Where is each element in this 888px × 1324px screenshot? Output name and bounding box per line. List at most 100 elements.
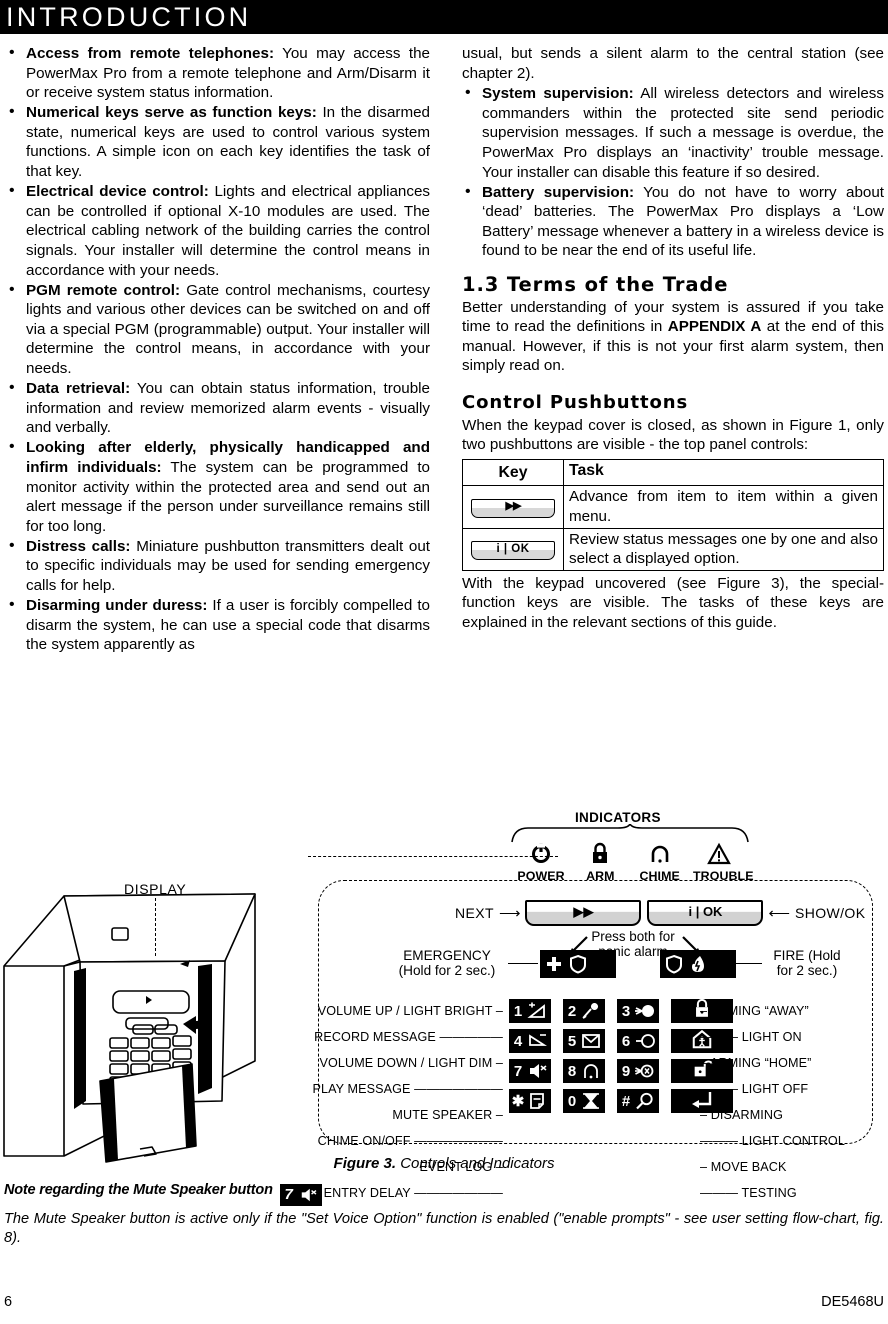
key-7[interactable]: 7 bbox=[509, 1059, 551, 1083]
key-number: 1 bbox=[513, 1002, 523, 1020]
document-id: DE5468U bbox=[821, 1294, 884, 1310]
emergency-panic-key[interactable] bbox=[540, 950, 616, 978]
note-title-row: Note regarding the Mute Speaker button 7 bbox=[4, 1182, 884, 1206]
label-text: LIGHT ON bbox=[741, 1030, 802, 1044]
emergency-leader-line bbox=[508, 963, 538, 964]
key-0[interactable]: 0 bbox=[563, 1089, 605, 1113]
double-right-arrow-icon: ▶▶ bbox=[573, 904, 594, 919]
key-5[interactable]: 5 bbox=[563, 1029, 605, 1053]
keypad-right-label-primary: – DISARMING bbox=[700, 1108, 783, 1122]
hourglass-icon bbox=[579, 1090, 603, 1112]
figure-caption-text: Controls and Indicators bbox=[396, 1155, 555, 1172]
key-6[interactable]: 6 bbox=[617, 1029, 659, 1053]
key-4[interactable]: 4 bbox=[509, 1029, 551, 1053]
page-number: 6 bbox=[4, 1294, 13, 1310]
display-leader-line bbox=[155, 898, 156, 956]
log-page-icon bbox=[525, 1090, 549, 1112]
key-1[interactable]: 1 bbox=[509, 999, 551, 1023]
double-right-arrow-icon: ▶▶ bbox=[505, 499, 522, 512]
top-pushbuttons-row: NEXT ⟶ ▶▶ i | OK ⟵ SHOW/OK bbox=[455, 900, 875, 926]
show-ok-label: SHOW/OK bbox=[794, 905, 866, 921]
task-cell: Review status messages one by one and al… bbox=[563, 527, 884, 571]
display-callout-label: DISPLAY bbox=[124, 881, 187, 897]
continued-paragraph: usual, but sends a silent alarm to the c… bbox=[462, 45, 884, 82]
key-number: 7 bbox=[513, 1062, 523, 1080]
bell-icon bbox=[634, 842, 686, 868]
next-button-graphic[interactable]: ▶▶ bbox=[471, 498, 555, 518]
volume-up-icon bbox=[525, 1000, 549, 1022]
page-header-banner: INTRODUCTION bbox=[0, 0, 888, 34]
key-2[interactable]: 2 bbox=[563, 999, 605, 1023]
key-cell-show-ok: i | OK bbox=[462, 527, 564, 571]
label-text: ARMING “AWAY” bbox=[710, 1004, 809, 1018]
indicator-power: POWER bbox=[515, 842, 567, 883]
table-row: i | OK Review status messages one by one… bbox=[462, 527, 884, 571]
emergency-label-line2: (Hold for 2 sec.) bbox=[398, 963, 496, 978]
right-text-column: usual, but sends a silent alarm to the c… bbox=[462, 44, 884, 635]
indicator-arm: ARM bbox=[574, 842, 626, 883]
plus-cross-icon bbox=[542, 953, 566, 975]
note-title-text: Note regarding the Mute Speaker button bbox=[4, 1182, 273, 1198]
keypad-left-label-secondary: PLAY MESSAGE ——————— bbox=[312, 1082, 503, 1096]
appendix-reference: APPENDIX A bbox=[667, 318, 762, 336]
bullet-lead: Distress calls: bbox=[26, 537, 131, 555]
emergency-key-label: EMERGENCY (Hold for 2 sec.) bbox=[388, 948, 506, 978]
show-ok-button[interactable]: i | OK bbox=[647, 900, 764, 926]
key-number: 3 bbox=[621, 1002, 631, 1020]
bullet-lead: PGM remote control: bbox=[26, 281, 181, 299]
label-text: DISARMING bbox=[710, 1108, 783, 1122]
key-hash[interactable]: # bbox=[617, 1089, 659, 1113]
bullet-lead: Access from remote telephones: bbox=[26, 45, 274, 62]
key-3[interactable]: 3 bbox=[617, 999, 659, 1023]
arrow-right-icon: ⟶ bbox=[498, 905, 521, 922]
next-label: NEXT bbox=[455, 905, 494, 921]
key-9[interactable]: 9 bbox=[617, 1059, 659, 1083]
arrow-left-icon: ⟵ bbox=[768, 905, 790, 922]
list-item: PGM remote control: Gate control mechani… bbox=[6, 280, 430, 379]
keypad-right-labels: – ARMING “AWAY” ——— LIGHT ON – ARMING “H… bbox=[700, 996, 880, 1204]
figure-caption: Figure 3. Controls and Indicators bbox=[0, 1155, 888, 1172]
list-item: Distress calls: Miniature pushbutton tra… bbox=[6, 536, 430, 596]
table-row: ▶▶ Advance from item to item within a gi… bbox=[462, 485, 884, 529]
section-paragraph: Better understanding of your system is a… bbox=[462, 298, 884, 376]
indicator-row: POWER ARM CHIME TROUBLE bbox=[515, 842, 753, 883]
label-text: MUTE SPEAKER bbox=[392, 1108, 493, 1122]
after-table-paragraph: With the keypad uncovered (see Figure 3)… bbox=[462, 574, 884, 631]
label-text: CHIME ON/OFF bbox=[317, 1134, 411, 1148]
info-ok-icon: i | OK bbox=[688, 904, 723, 919]
lamp-on-icon bbox=[633, 1000, 657, 1022]
label-text: ARMING “HOME” bbox=[710, 1056, 812, 1070]
subsection-paragraph: When the keypad cover is closed, as show… bbox=[462, 416, 884, 454]
key-8[interactable]: 8 bbox=[563, 1059, 605, 1083]
next-button[interactable]: ▶▶ bbox=[525, 900, 642, 926]
list-item: Access from remote telephones: You may a… bbox=[6, 43, 430, 103]
list-item: Battery supervision: You do not have to … bbox=[462, 182, 884, 261]
fire-panic-key[interactable] bbox=[660, 950, 736, 978]
page-title: INTRODUCTION bbox=[6, 2, 252, 32]
key-task-table: Key Task ▶▶ Advance from item to item wi… bbox=[462, 458, 884, 571]
label-text: VOLUME UP / LIGHT BRIGHT bbox=[317, 1004, 493, 1018]
keypad-left-label-primary: MUTE SPEAKER – bbox=[392, 1108, 503, 1122]
key-number: 0 bbox=[567, 1092, 577, 1110]
speaker-mute-icon bbox=[296, 1184, 320, 1206]
lamp-control-icon bbox=[633, 1060, 657, 1082]
envelope-icon bbox=[579, 1030, 603, 1052]
bullet-lead: Data retrieval: bbox=[26, 380, 131, 398]
key-number: 9 bbox=[621, 1062, 631, 1080]
padlock-closed-icon bbox=[574, 842, 626, 868]
section-heading-terms-of-the-trade: 1.3 Terms of the Trade bbox=[462, 273, 729, 297]
keypad-left-label-secondary: RECORD MESSAGE ————— bbox=[314, 1030, 503, 1044]
column-header-key: Key bbox=[462, 458, 564, 487]
keypad-right-label-primary: – ARMING “HOME” bbox=[700, 1056, 812, 1070]
mute-speaker-key-inline[interactable]: 7 bbox=[279, 1183, 322, 1206]
fire-label-line1: FIRE (Hold bbox=[773, 948, 841, 963]
key-asterisk[interactable]: ✱ bbox=[509, 1089, 551, 1113]
speaker-mute-icon bbox=[525, 1060, 549, 1082]
keypad-left-label-primary: VOLUME DOWN / LIGHT DIM – bbox=[319, 1056, 503, 1070]
bell-icon bbox=[579, 1060, 603, 1082]
show-ok-button-graphic[interactable]: i | OK bbox=[471, 541, 555, 561]
power-icon bbox=[515, 842, 567, 868]
figure-caption-number: Figure 3. bbox=[333, 1155, 397, 1172]
keypad-left-label-secondary: CHIME ON/OFF ——————— bbox=[317, 1134, 503, 1148]
key-number: 5 bbox=[567, 1032, 577, 1050]
